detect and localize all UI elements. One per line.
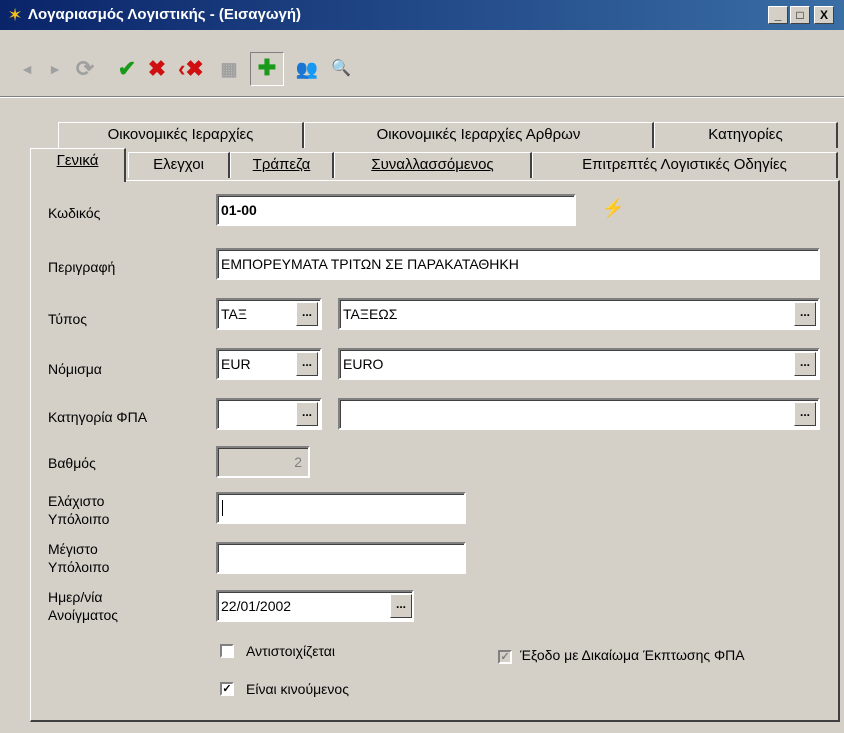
accept-icon[interactable]: ✔ bbox=[112, 54, 142, 84]
tab-counterparty[interactable]: Συναλλασσόμενος bbox=[334, 152, 532, 178]
window-title: Λογαριασμός Λογιστικής - (Εισαγωγή) bbox=[28, 6, 302, 23]
vat-category-label: Κατηγορία ΦΠΑ bbox=[48, 409, 148, 425]
is-moving-checkbox[interactable]: ✓ bbox=[220, 682, 234, 696]
description-label: Περιγραφή bbox=[48, 259, 116, 275]
toolbar-separator bbox=[0, 96, 844, 98]
max-balance-label-line1: Μέγιστο bbox=[48, 541, 98, 557]
code-label: Κωδικός bbox=[48, 205, 101, 221]
lightning-icon[interactable]: ⚡ bbox=[602, 198, 624, 219]
tab-controls[interactable]: Ελεγχοι bbox=[128, 152, 230, 178]
calculator-icon[interactable]: ▦ bbox=[214, 54, 244, 84]
date-picker-button[interactable]: ... bbox=[390, 594, 412, 618]
tab-financial-hierarchies[interactable]: Οικονομικές Ιεραρχίες bbox=[58, 122, 304, 148]
tab-bank[interactable]: Τράπεζα bbox=[230, 152, 334, 178]
app-star-icon: ✶ bbox=[7, 5, 23, 25]
min-balance-input[interactable] bbox=[216, 492, 466, 524]
type-label: Τύπος bbox=[48, 311, 87, 327]
cancel-icon[interactable]: ✖ bbox=[142, 54, 172, 84]
currency-label: Νόμισμα bbox=[48, 361, 102, 377]
toolbar: ◄ ► ⟳ ✔ ✖ ‹✖ ▦ ✚ 👥 🔍 bbox=[0, 46, 844, 96]
tab-allowed-instructions[interactable]: Επιτρεπτές Λογιστικές Οδηγίες bbox=[532, 152, 838, 178]
title-bar[interactable]: ✶ Λογαριασμός Λογιστικής - (Εισαγωγή) _ … bbox=[0, 0, 844, 30]
tab-categories[interactable]: Κατηγορίες bbox=[654, 122, 838, 148]
tab-article-hierarchies[interactable]: Οικονομικές Ιεραρχίες Αρθρων bbox=[304, 122, 654, 148]
match-checkbox[interactable] bbox=[220, 644, 234, 658]
is-moving-checkbox-label: Είναι κινούμενος bbox=[246, 681, 349, 697]
text-caret bbox=[222, 500, 223, 516]
level-input: 2 bbox=[216, 446, 310, 478]
next-record-icon[interactable]: ► bbox=[40, 54, 70, 84]
vat-name-input[interactable] bbox=[338, 398, 820, 430]
min-balance-label-line2: Υπόλοιπο bbox=[48, 511, 110, 527]
account-window: ✶ Λογαριασμός Λογιστικής - (Εισαγωγή) _ … bbox=[0, 0, 844, 733]
opening-date-input[interactable]: 22/01/2002 bbox=[216, 590, 414, 622]
type-name-lookup-button[interactable]: ... bbox=[794, 302, 816, 326]
min-balance-label-line1: Ελάχιστο bbox=[48, 493, 105, 509]
currency-name-input[interactable]: EURO bbox=[338, 348, 820, 380]
max-balance-label-line2: Υπόλοιπο bbox=[48, 559, 110, 575]
minimize-button[interactable]: _ bbox=[768, 6, 788, 24]
description-input[interactable]: ΕΜΠΟΡΕΥΜΑΤΑ ΤΡΙΤΩΝ ΣΕ ΠΑΡΑΚΑΤΑΘΗΚΗ bbox=[216, 248, 820, 280]
level-label: Βαθμός bbox=[48, 455, 96, 471]
vat-deductible-checkbox-label: Έξοδο με Δικαίωμα Έκπτωσης ΦΠΑ bbox=[520, 647, 745, 663]
match-checkbox-label: Αντιστοιχίζεται bbox=[246, 643, 336, 659]
tab-general[interactable]: Γενικά bbox=[30, 148, 126, 182]
prev-record-icon[interactable]: ◄ bbox=[12, 54, 42, 84]
type-code-lookup-button[interactable]: ... bbox=[296, 302, 318, 326]
opening-date-label-line2: Ανοίγματος bbox=[48, 607, 119, 623]
vat-name-lookup-button[interactable]: ... bbox=[794, 402, 816, 426]
add-new-icon[interactable]: ✚ bbox=[250, 52, 284, 86]
type-name-input[interactable]: ΤΑΞΕΩΣ bbox=[338, 298, 820, 330]
vat-code-lookup-button[interactable]: ... bbox=[296, 402, 318, 426]
opening-date-label-line1: Ημερ/νία bbox=[48, 589, 103, 605]
currency-name-lookup-button[interactable]: ... bbox=[794, 352, 816, 376]
cancel-all-icon[interactable]: ‹✖ bbox=[172, 54, 210, 84]
max-balance-input[interactable] bbox=[216, 542, 466, 574]
currency-code-lookup-button[interactable]: ... bbox=[296, 352, 318, 376]
find-icon[interactable]: 🔍 bbox=[326, 54, 356, 84]
close-button[interactable]: X bbox=[814, 6, 834, 24]
vat-deductible-checkbox: ✓ bbox=[498, 650, 512, 664]
users-icon[interactable]: 👥 bbox=[292, 54, 322, 84]
maximize-button[interactable]: □ bbox=[790, 6, 810, 24]
code-input[interactable]: 01-00 bbox=[216, 194, 576, 226]
refresh-icon[interactable]: ⟳ bbox=[70, 54, 100, 84]
